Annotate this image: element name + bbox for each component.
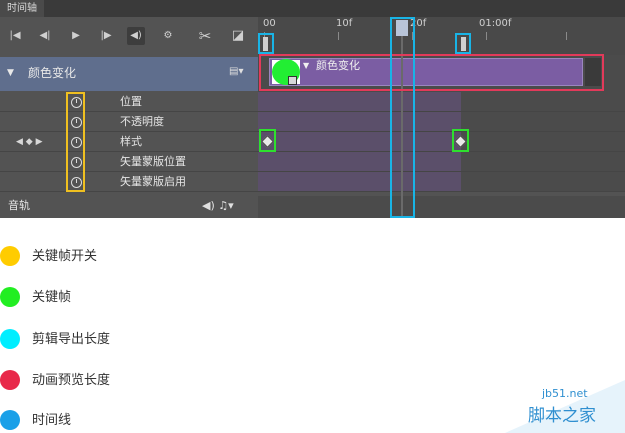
row-divider xyxy=(0,111,625,112)
time-ruler[interactable] xyxy=(258,17,625,55)
ruler-label-0: 00 xyxy=(263,18,276,29)
ruler-label-10f: 10f xyxy=(336,18,353,29)
ruler-tick xyxy=(338,32,339,40)
legend-dot-preview-length xyxy=(0,370,20,390)
property-track xyxy=(258,132,461,152)
audio-toggle-button[interactable]: ◀) xyxy=(127,27,145,45)
row-divider xyxy=(0,191,625,192)
highlight-keyframe-switch xyxy=(66,92,85,192)
highlight-preview-length xyxy=(259,54,604,91)
legend-dot-timeline xyxy=(0,410,20,430)
layer-name: 颜色变化 xyxy=(28,66,77,80)
property-label-opacity: 不透明度 xyxy=(120,115,164,128)
highlight-export-start xyxy=(258,33,274,54)
legend-label-preview-length: 动画预览长度 xyxy=(32,373,111,388)
legend-dot-export-length xyxy=(0,329,20,349)
film-menu-icon[interactable]: ▤▾ xyxy=(229,66,243,78)
keyframe-navigator[interactable]: ◀ ◆ ▶ xyxy=(16,136,43,148)
legend-label-keyframe-switch: 关键帧开关 xyxy=(32,249,98,264)
legend-label-timeline: 时间线 xyxy=(32,413,72,428)
row-divider xyxy=(0,171,625,172)
legend-dot-keyframe xyxy=(0,287,20,307)
expand-triangle-icon[interactable]: ▼ xyxy=(7,66,14,80)
row-divider xyxy=(0,131,625,132)
row-divider xyxy=(0,151,625,152)
highlight-keyframe-end xyxy=(452,129,469,152)
legend-label-keyframe: 关键帧 xyxy=(32,290,72,305)
audio-controls-icon[interactable]: ◀) ♫▾ xyxy=(202,198,234,214)
highlight-keyframe-start xyxy=(259,129,276,152)
first-frame-button[interactable]: |◀ xyxy=(6,27,24,45)
property-track xyxy=(258,152,461,172)
property-track xyxy=(258,112,461,132)
property-label-mask-enable: 矢量蒙版启用 xyxy=(120,175,186,188)
highlight-export-end xyxy=(455,33,471,54)
transition-icon[interactable]: ◪ xyxy=(229,27,247,45)
audio-track xyxy=(258,196,625,218)
legend-label-export-length: 剪辑导出长度 xyxy=(32,332,111,347)
ruler-tick xyxy=(566,32,567,40)
property-track xyxy=(258,92,461,112)
audio-track-label: 音轨 xyxy=(8,199,30,212)
tab-bar xyxy=(0,0,625,17)
watermark-site: jb51.net xyxy=(542,387,588,400)
property-label-mask-position: 矢量蒙版位置 xyxy=(120,155,186,168)
next-frame-button[interactable]: |▶ xyxy=(97,27,115,45)
watermark-name: 脚本之家 xyxy=(528,406,596,426)
prev-frame-button[interactable]: ◀| xyxy=(36,27,54,45)
property-track xyxy=(258,172,461,192)
settings-gear-icon[interactable]: ⚙ xyxy=(159,27,177,45)
tab-timeline[interactable]: 时间轴 xyxy=(0,0,44,17)
ruler-tick xyxy=(486,32,487,40)
highlight-timeline xyxy=(390,17,415,218)
legend-dot-keyframe-switch xyxy=(0,246,20,266)
property-label-style: 样式 xyxy=(120,135,142,148)
ruler-label-1s: 01:00f xyxy=(479,18,512,29)
track-empty-area xyxy=(461,92,625,192)
property-label-position: 位置 xyxy=(120,95,142,108)
split-scissors-icon[interactable]: ✂ xyxy=(196,27,214,45)
play-button[interactable]: ▶ xyxy=(67,27,85,45)
